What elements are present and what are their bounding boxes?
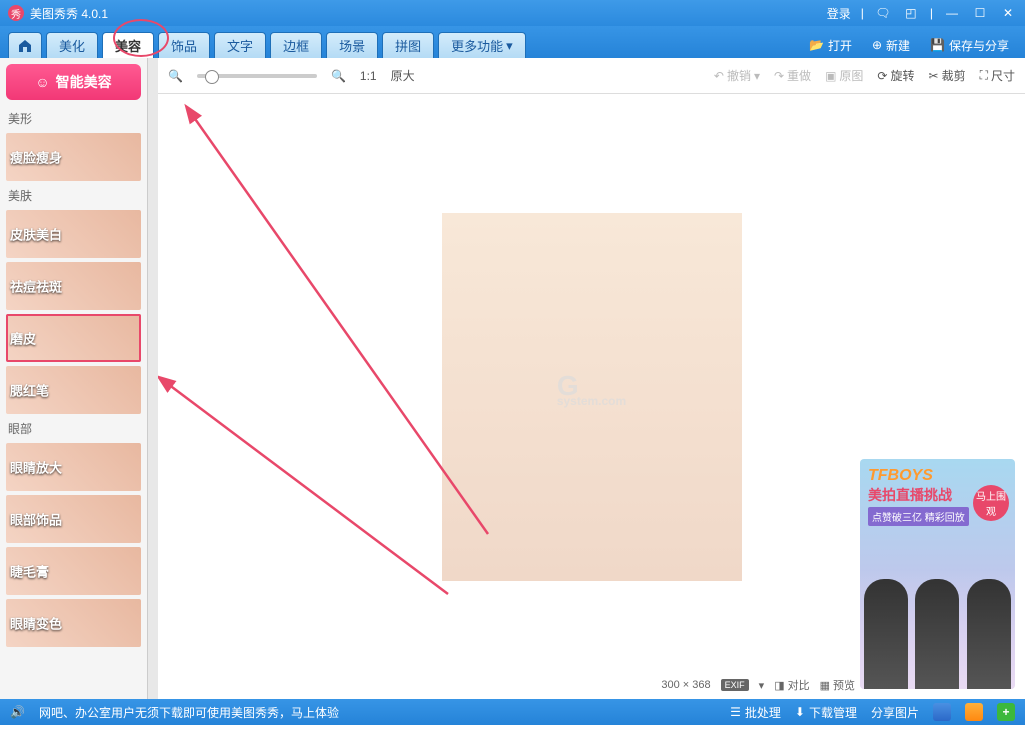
titlebar: 秀 美图秀秀 4.0.1 登录 | 🗨 ◰ | ― ☐ ✕ (0, 0, 1025, 26)
category-label-skin: 美肤 (8, 187, 139, 204)
resize-icon: ⛶ (980, 68, 988, 83)
undo-icon: ↶ (714, 69, 724, 83)
tab-collage[interactable]: 拼图 (382, 32, 434, 58)
sidebar-item-whiten[interactable]: 皮肤美白 (6, 210, 141, 258)
sep: | (930, 6, 933, 20)
image-icon: ▣ (825, 69, 836, 83)
new-button[interactable]: ⊕新建 (864, 32, 918, 58)
redo-icon: ↷ (774, 69, 784, 83)
batch-icon: ☰ (730, 705, 741, 719)
canvas-toolbar: 🔍 🔍 1:1 原大 ↶撤销▾ ↷重做 ▣原图 ⟳旋转 ✂裁剪 ⛶尺寸 (158, 58, 1025, 94)
compare-icon: ◨ (774, 679, 784, 692)
original-size-button[interactable]: 原大 (391, 67, 415, 84)
close-icon[interactable]: ✕ (999, 6, 1017, 20)
smart-beauty-button[interactable]: ☺ 智能美容 (6, 64, 141, 100)
app-name: 美图秀秀 (30, 7, 78, 21)
app-title: 美图秀秀 4.0.1 (30, 5, 827, 22)
category-label-eyes: 眼部 (8, 420, 139, 437)
ad-title: TFBOYS (868, 467, 1007, 485)
tip-text[interactable]: 网吧、办公室用户无须下载即可使用美图秀秀，马上体验 (39, 704, 339, 721)
save-icon: 💾 (930, 38, 945, 52)
tab-beautify[interactable]: 美化 (46, 32, 98, 58)
login-link[interactable]: 登录 (827, 5, 851, 22)
tab-beauty[interactable]: 美容 (102, 32, 154, 58)
bottombar: 🔊 网吧、办公室用户无须下载即可使用美图秀秀，马上体验 ☰批处理 ⬇下载管理 分… (0, 699, 1025, 725)
download-manager-button[interactable]: ⬇下载管理 (795, 704, 857, 721)
image-size-text: 300 × 368 (661, 679, 710, 691)
canvas[interactable]: Gsystem.com TFBOYS 美拍直播挑战 点赞破三亿 精彩回放 马上围… (158, 94, 1025, 699)
ad-banner: 点赞破三亿 精彩回放 (868, 507, 969, 526)
tab-more[interactable]: 更多功能▾ (438, 32, 526, 58)
ad-image (860, 569, 1015, 689)
share-image-button[interactable]: 分享图片 (871, 704, 919, 721)
app-logo-icon: 秀 (8, 5, 24, 21)
tabbar: 美化 美容 饰品 文字 边框 场景 拼图 更多功能▾ 📂打开 ⊕新建 💾保存与分… (0, 26, 1025, 58)
canvas-area: 🔍 🔍 1:1 原大 ↶撤销▾ ↷重做 ▣原图 ⟳旋转 ✂裁剪 ⛶尺寸 Gsys… (158, 58, 1025, 699)
feedback-icon[interactable]: 🗨 (874, 6, 892, 20)
sidebar-item-blush[interactable]: 腮红笔 (6, 366, 141, 414)
preview-button[interactable]: ▦预览 (820, 677, 855, 693)
crop-button[interactable]: ✂裁剪 (929, 67, 966, 84)
sidebar-item-eye-enlarge[interactable]: 眼睛放大 (6, 443, 141, 491)
original-image-button[interactable]: ▣原图 (825, 67, 863, 84)
add-share-icon[interactable]: + (997, 703, 1015, 721)
sidebar-item-acne[interactable]: 祛痘祛斑 (6, 262, 141, 310)
redo-button[interactable]: ↷重做 (774, 67, 811, 84)
face-icon: ☺ (35, 74, 49, 90)
category-label-shape: 美形 (8, 110, 139, 127)
qzone-icon[interactable] (933, 703, 951, 721)
tab-scene[interactable]: 场景 (326, 32, 378, 58)
batch-button[interactable]: ☰批处理 (730, 704, 781, 721)
tab-border[interactable]: 边框 (270, 32, 322, 58)
sidebar-item-mascara[interactable]: 睫毛膏 (6, 547, 141, 595)
chevron-down-icon: ▾ (506, 38, 513, 54)
ad-badge: 马上围观 (973, 485, 1009, 521)
dimensions-button[interactable]: ⛶尺寸 (980, 67, 1015, 84)
exif-dropdown-icon[interactable]: ▾ (759, 679, 765, 692)
app-version: 4.0.1 (81, 7, 108, 21)
plus-circle-icon: ⊕ (872, 38, 882, 52)
preview-icon: ▦ (820, 679, 830, 692)
minimize-icon[interactable]: ― (943, 6, 961, 20)
sep: | (861, 6, 864, 20)
folder-open-icon: 📂 (809, 38, 824, 52)
watermark: Gsystem.com (557, 370, 626, 408)
download-icon: ⬇ (795, 705, 805, 719)
ad-panel[interactable]: TFBOYS 美拍直播挑战 点赞破三亿 精彩回放 马上围观 (860, 459, 1015, 689)
zoom-ratio[interactable]: 1:1 (360, 69, 377, 83)
sidebar: ☺ 智能美容 美形 瘦脸瘦身 美肤 皮肤美白 祛痘祛斑 磨皮 腮红笔 眼部 眼睛… (0, 58, 148, 699)
undo-button[interactable]: ↶撤销▾ (714, 67, 760, 84)
maximize-icon[interactable]: ☐ (971, 6, 989, 20)
tab-accessory[interactable]: 饰品 (158, 32, 210, 58)
sidebar-scrollbar[interactable] (148, 58, 158, 699)
tab-text[interactable]: 文字 (214, 32, 266, 58)
zoom-slider[interactable] (197, 74, 317, 78)
sidebar-item-eye-accessory[interactable]: 眼部饰品 (6, 495, 141, 543)
main-image: Gsystem.com (442, 213, 742, 581)
zoom-in-icon[interactable]: 🔍 (331, 69, 346, 83)
exif-badge[interactable]: EXIF (721, 679, 749, 691)
crop-icon: ✂ (929, 69, 939, 83)
skin-icon[interactable]: ◰ (902, 6, 920, 20)
rotate-icon: ⟳ (877, 69, 887, 83)
weibo-icon[interactable] (965, 703, 983, 721)
tab-home[interactable] (8, 32, 42, 58)
home-icon (17, 38, 33, 54)
status-line: 300 × 368 EXIF ▾ ◨对比 ▦预览 (661, 677, 855, 693)
speaker-icon: 🔊 (10, 705, 25, 719)
chevron-down-icon: ▾ (754, 69, 760, 83)
zoom-out-icon[interactable]: 🔍 (168, 69, 183, 83)
compare-button[interactable]: ◨对比 (774, 677, 809, 693)
save-share-button[interactable]: 💾保存与分享 (922, 32, 1017, 58)
sidebar-item-smooth[interactable]: 磨皮 (6, 314, 141, 362)
rotate-button[interactable]: ⟳旋转 (877, 67, 914, 84)
open-button[interactable]: 📂打开 (801, 32, 860, 58)
sidebar-item-eye-color[interactable]: 眼睛变色 (6, 599, 141, 647)
sidebar-item-slim[interactable]: 瘦脸瘦身 (6, 133, 141, 181)
